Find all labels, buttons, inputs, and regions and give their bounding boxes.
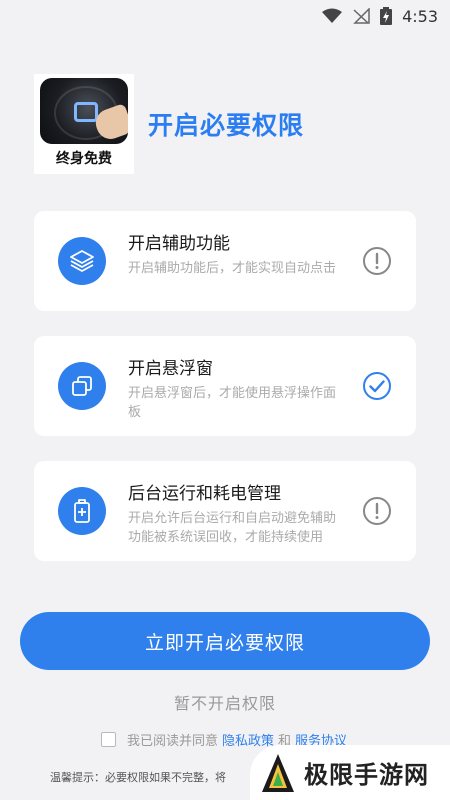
layers-icon [58, 237, 106, 285]
agree-checkbox[interactable] [101, 731, 116, 747]
permission-card-background-run[interactable]: 后台运行和耗电管理 开启允许后台运行和自启动避免辅助功能被系统误回收，才能持续使… [34, 461, 416, 561]
card-title: 开启悬浮窗 [128, 359, 213, 379]
card-title: 开启辅助功能 [128, 234, 230, 254]
card-desc: 开启悬浮窗后，才能使用悬浮操作面板 [128, 386, 337, 420]
page-title: 开启必要权限 [148, 111, 305, 140]
watermark: 极限手游网 [250, 745, 450, 800]
status-time: 4:53 [402, 6, 438, 26]
logo-text: 终身免费 [56, 151, 112, 167]
warning-icon [363, 247, 391, 275]
status-bar: 4:53 [0, 0, 450, 32]
skip-permissions-link[interactable]: 暂不开启权限 [0, 690, 450, 714]
no-signal-icon [353, 8, 370, 24]
enable-permissions-button[interactable]: 立即开启必要权限 [20, 612, 430, 670]
battery-icon [58, 487, 106, 535]
warning-icon [363, 497, 391, 525]
floating-window-icon [58, 362, 106, 410]
tip-text: 温馨提示：必要权限如果不完整，将 [50, 771, 226, 784]
permission-card-accessibility[interactable]: 开启辅助功能 开启辅助功能后，才能实现自动点击 [34, 211, 416, 311]
card-title: 后台运行和耗电管理 [128, 484, 281, 504]
app-logo: 终身免费 [34, 74, 134, 174]
watermark-text: 极限手游网 [304, 761, 429, 789]
card-desc: 开启允许后台运行和自启动避免辅助功能被系统误回收，才能持续使用 [128, 511, 337, 545]
logo-art [40, 78, 128, 144]
privacy-policy-link[interactable]: 隐私政策 [222, 730, 274, 749]
wifi-icon [322, 8, 343, 23]
battery-charging-icon [380, 7, 393, 25]
header: 终身免费 开启必要权限 [34, 74, 434, 174]
watermark-logo-icon [262, 753, 294, 792]
agreement-prefix: 我已阅读并同意 [127, 733, 219, 749]
card-desc: 开启辅助功能后，才能实现自动点击 [128, 261, 337, 276]
permission-card-floating-window[interactable]: 开启悬浮窗 开启悬浮窗后，才能使用悬浮操作面板 [34, 336, 416, 436]
check-icon [363, 372, 391, 400]
